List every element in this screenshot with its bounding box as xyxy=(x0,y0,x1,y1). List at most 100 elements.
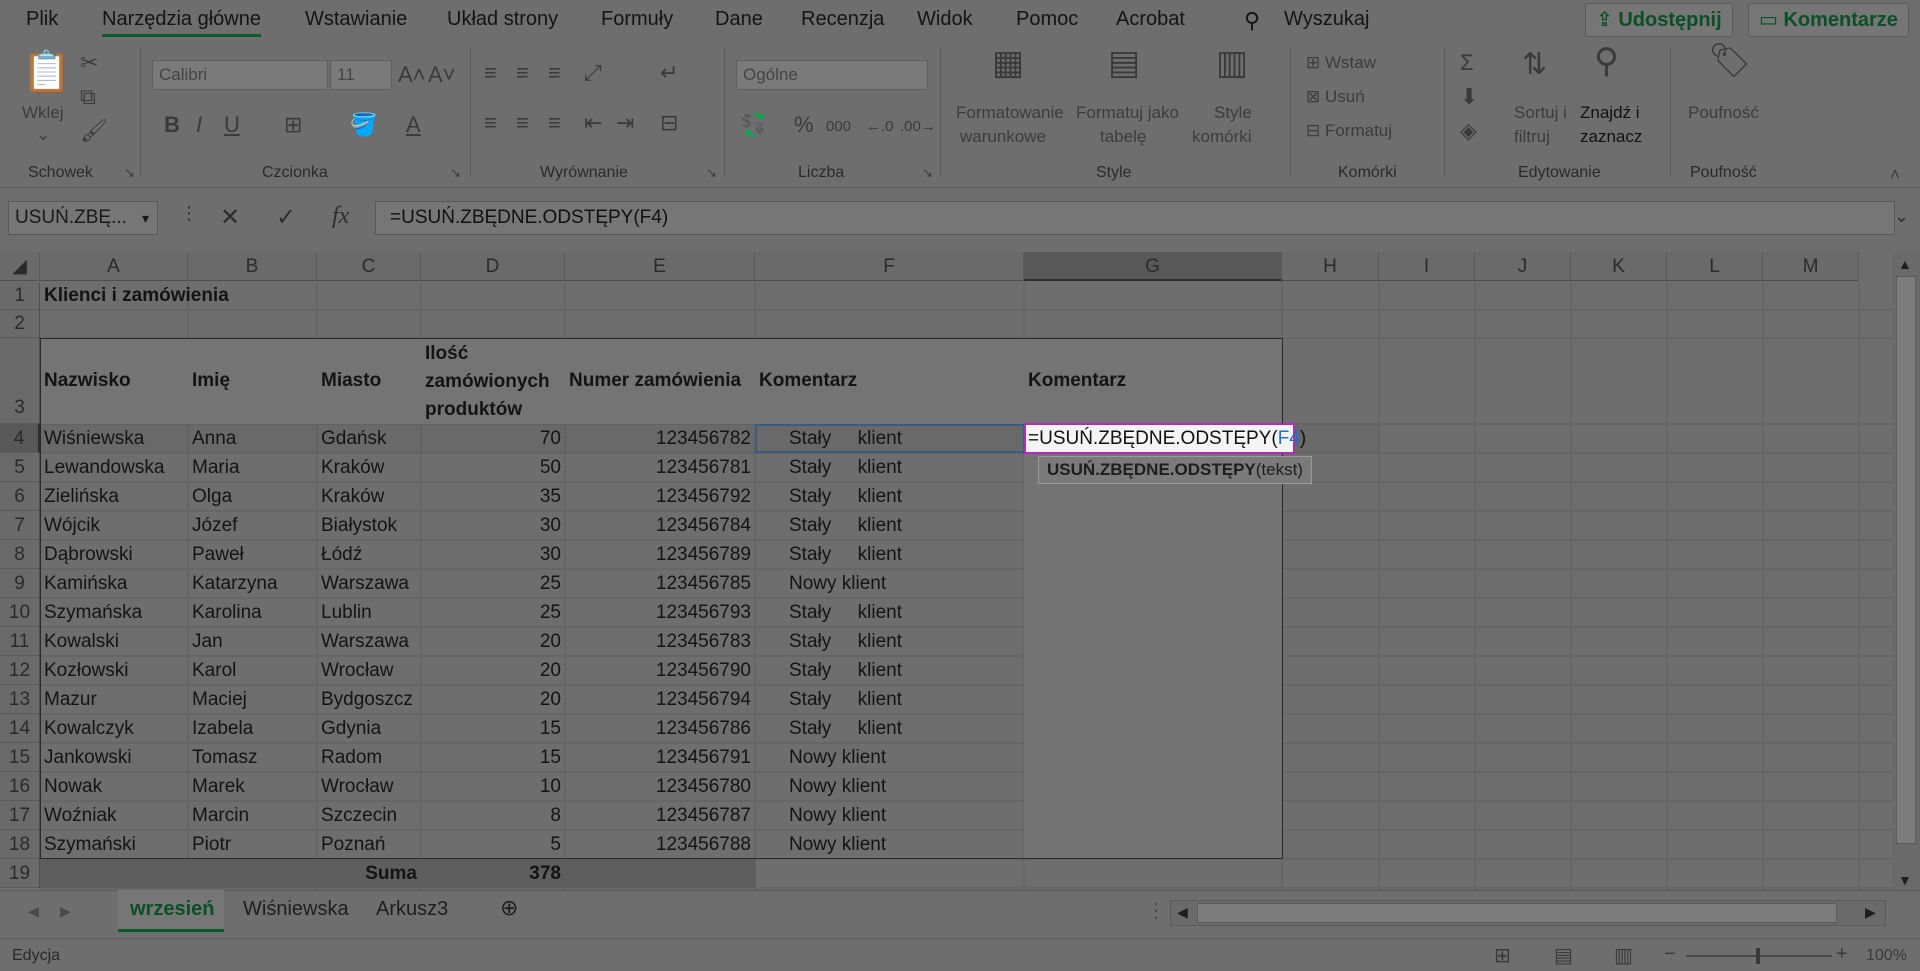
cell-city[interactable]: Kraków xyxy=(318,482,420,511)
cell-qty[interactable]: 25 xyxy=(422,598,564,627)
zoom-out-icon[interactable]: − xyxy=(1664,943,1676,966)
increase-indent-icon[interactable]: ⇥ xyxy=(616,110,634,136)
cell-qty[interactable]: 20 xyxy=(422,656,564,685)
cell-city[interactable]: Gdańsk xyxy=(318,424,420,453)
accounting-format-icon[interactable]: 💱 xyxy=(740,112,767,138)
sum-label-cell[interactable]: Suma xyxy=(318,859,420,888)
cell-name[interactable]: Olga xyxy=(189,482,316,511)
tab-split-handle-icon[interactable]: ⋮ xyxy=(1146,898,1166,923)
row-header[interactable]: 4 xyxy=(0,424,40,453)
tab-wisniewska[interactable]: Wiśniewska xyxy=(243,898,349,921)
tab-wrzesien[interactable]: wrzesień xyxy=(118,890,224,932)
add-sheet-icon[interactable]: ⊕ xyxy=(500,895,518,921)
cell-name[interactable]: Józef xyxy=(189,511,316,540)
row-header[interactable]: 17 xyxy=(0,801,40,830)
cell-qty[interactable]: 20 xyxy=(422,627,564,656)
col-header-g[interactable]: G xyxy=(1024,252,1282,281)
cell-styles-button[interactable]: Style xyxy=(1214,102,1252,124)
search-icon[interactable]: ⚲ xyxy=(1244,8,1260,34)
cell-comment[interactable]: Stały klient xyxy=(786,482,1022,511)
horizontal-scrollbar[interactable]: ◀ ▶ xyxy=(1170,900,1886,926)
conditional-format-button-line2[interactable]: warunkowe xyxy=(960,126,1046,148)
cell-qty[interactable]: 70 xyxy=(422,424,564,453)
cell-comment[interactable]: Stały klient xyxy=(786,714,1022,743)
insert-cells-button[interactable]: ⊞ Wstaw xyxy=(1306,52,1376,74)
name-box-dropdown-icon[interactable]: ▾ xyxy=(142,202,149,234)
menu-formulas[interactable]: Formuły xyxy=(601,8,673,31)
cell-name[interactable]: Karolina xyxy=(189,598,316,627)
cell-comment[interactable]: Stały klient xyxy=(786,627,1022,656)
spreadsheet-grid[interactable]: ◢ A B C D E F G H I J K L M 1 2 3 4 5 6 … xyxy=(0,252,1892,890)
row-header[interactable]: 8 xyxy=(0,540,40,569)
font-size-combo[interactable]: 11 xyxy=(330,60,392,90)
col-header-h[interactable]: H xyxy=(1282,252,1379,281)
zoom-level[interactable]: 100% xyxy=(1866,947,1907,965)
search-box[interactable]: Wyszukaj xyxy=(1284,8,1369,31)
format-as-table-icon[interactable]: ▤ xyxy=(1108,46,1140,80)
cell-comment[interactable]: Stały klient xyxy=(786,598,1022,627)
next-sheet-icon[interactable]: ▶ xyxy=(60,903,71,920)
page-layout-view-icon[interactable]: ▤ xyxy=(1554,943,1573,968)
cell-city[interactable]: Poznań xyxy=(318,830,420,859)
menu-insert[interactable]: Wstawianie xyxy=(305,8,407,31)
sensitivity-icon[interactable]: 🏷 xyxy=(1708,44,1751,78)
cell-name[interactable]: Karol xyxy=(189,656,316,685)
row-header[interactable]: 14 xyxy=(0,714,40,743)
prev-sheet-icon[interactable]: ◀ xyxy=(28,903,39,920)
cell-name[interactable]: Paweł xyxy=(189,540,316,569)
cell-city[interactable]: Radom xyxy=(318,743,420,772)
sensitivity-button[interactable]: Poufność xyxy=(1688,102,1759,124)
cell-city[interactable]: Wrocław xyxy=(318,656,420,685)
align-top-icon[interactable]: ≡ xyxy=(484,60,497,86)
italic-icon[interactable]: I xyxy=(196,112,202,138)
menu-page-layout[interactable]: Układ strony xyxy=(447,8,558,31)
align-left-icon[interactable]: ≡ xyxy=(484,110,497,136)
cell-order[interactable]: 123456788 xyxy=(566,830,754,859)
find-select-button-line2[interactable]: zaznacz xyxy=(1580,126,1642,148)
find-select-button[interactable]: Znajdź i xyxy=(1580,102,1640,124)
format-cells-button[interactable]: ⊟ Formatuj xyxy=(1306,120,1392,142)
cell-qty[interactable]: 25 xyxy=(422,569,564,598)
cell-order[interactable]: 123456781 xyxy=(566,453,754,482)
col-header-j[interactable]: J xyxy=(1475,252,1571,281)
cell-name[interactable]: Maciej xyxy=(189,685,316,714)
cell-order[interactable]: 123456789 xyxy=(566,540,754,569)
cell-surname[interactable]: Szymańska xyxy=(41,598,187,627)
borders-icon[interactable]: ⊞ xyxy=(284,112,302,138)
scroll-right-icon[interactable]: ▶ xyxy=(1865,904,1876,921)
bold-icon[interactable]: B xyxy=(164,112,180,138)
vertical-scroll-thumb[interactable] xyxy=(1896,276,1916,844)
align-center-icon[interactable]: ≡ xyxy=(516,110,529,136)
enter-icon[interactable]: ✓ xyxy=(276,203,296,232)
row-header[interactable]: 5 xyxy=(0,453,40,482)
cell-order[interactable]: 123456782 xyxy=(566,424,754,453)
col-header-a[interactable]: A xyxy=(40,252,188,281)
delete-cells-button[interactable]: ⊠ Usuń xyxy=(1306,86,1365,108)
sort-filter-button-line2[interactable]: filtruj xyxy=(1514,126,1550,148)
clear-icon[interactable]: ◈ xyxy=(1460,118,1477,144)
scroll-down-icon[interactable]: ▼ xyxy=(1898,872,1912,888)
number-launcher-icon[interactable]: ↘ xyxy=(922,162,933,184)
cell-comment[interactable]: Nowy klient xyxy=(786,801,1022,830)
cell-qty[interactable]: 35 xyxy=(422,482,564,511)
header-qty[interactable]: Ilość zamówionych produktów xyxy=(422,340,564,424)
cell-name[interactable]: Marcin xyxy=(189,801,316,830)
cell-comment[interactable]: Stały klient xyxy=(786,656,1022,685)
decrease-decimal-icon[interactable]: .00→ xyxy=(900,114,936,140)
row-header[interactable]: 18 xyxy=(0,830,40,859)
cell-city[interactable]: Lublin xyxy=(318,598,420,627)
cell-order[interactable]: 123456783 xyxy=(566,627,754,656)
cell-surname[interactable]: Kamińska xyxy=(41,569,187,598)
cell-name[interactable]: Piotr xyxy=(189,830,316,859)
expand-formula-bar-icon[interactable]: ⌄ xyxy=(1894,206,1909,227)
cell-surname[interactable]: Mazur xyxy=(41,685,187,714)
find-select-icon[interactable]: ⚲ xyxy=(1594,44,1619,78)
cell-order[interactable]: 123456784 xyxy=(566,511,754,540)
cell-city[interactable]: Warszawa xyxy=(318,569,420,598)
decrease-font-icon[interactable]: A˅ xyxy=(428,62,456,88)
conditional-format-icon[interactable]: ▦ xyxy=(992,46,1024,80)
clipboard-launcher-icon[interactable]: ↘ xyxy=(124,162,135,184)
cell-surname[interactable]: Jankowski xyxy=(41,743,187,772)
insert-function-button[interactable]: fx xyxy=(332,203,349,230)
font-color-icon[interactable]: A xyxy=(406,112,421,138)
